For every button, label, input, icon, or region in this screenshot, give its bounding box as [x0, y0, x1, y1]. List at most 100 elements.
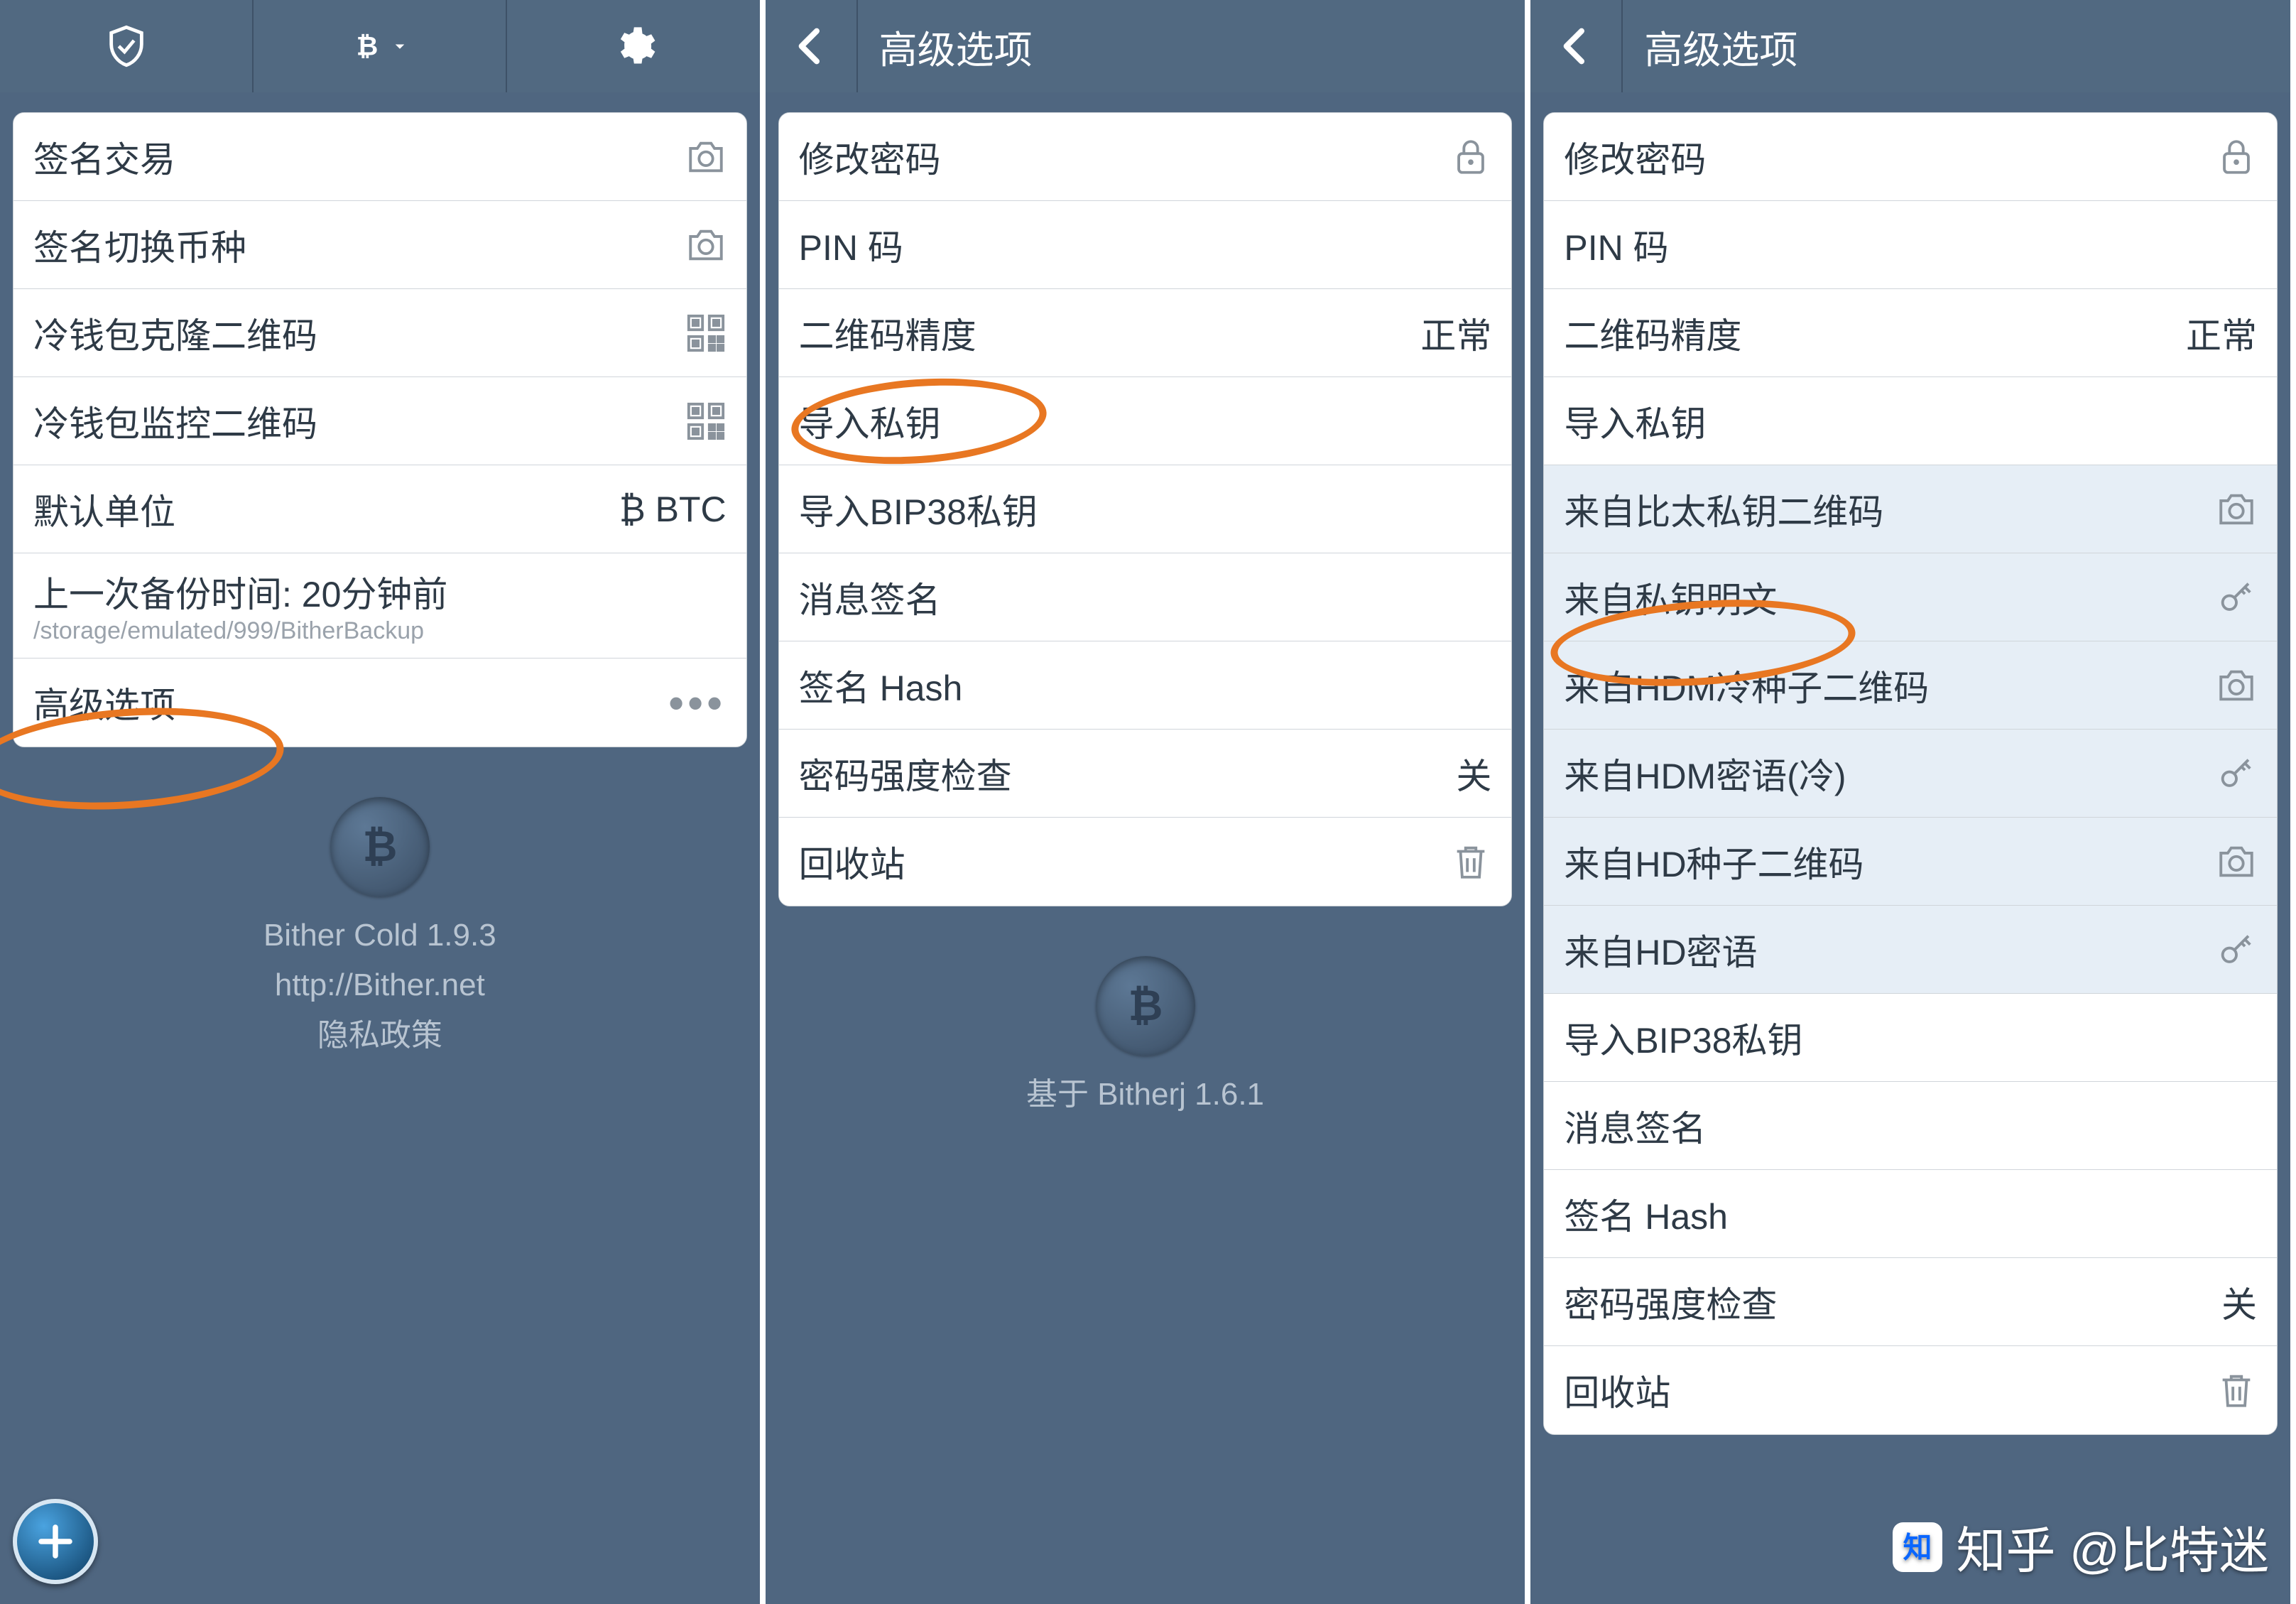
row-from-hdm-cold-seed-qr[interactable]: 来自HDM冷种子二维码 — [1544, 641, 2277, 730]
row-pin-code[interactable]: PIN 码 — [1544, 201, 2277, 289]
back-button[interactable] — [766, 0, 858, 92]
backup-path: /storage/emulated/999/BitherBackup — [33, 617, 424, 645]
coin-badge — [330, 797, 430, 896]
row-from-hd-seed-qr[interactable]: 来自HD种子二维码 — [1544, 818, 2277, 906]
row-sign-tx[interactable]: 签名交易 — [13, 113, 746, 201]
row-password-strength[interactable]: 密码强度检查 关 — [1544, 1258, 2277, 1346]
row-recycle-bin[interactable]: 回收站 — [779, 818, 1512, 906]
camera-icon — [685, 136, 727, 178]
add-button[interactable] — [13, 1499, 98, 1584]
advanced-list: 修改密码 PIN 码 二维码精度 正常 导入私钥 导入BIP38私钥 消息签名 … — [778, 112, 1513, 906]
label: 来自比太私钥二维码 — [1564, 484, 2216, 535]
row-password-strength[interactable]: 密码强度检查 关 — [779, 730, 1512, 818]
row-change-password[interactable]: 修改密码 — [1544, 113, 2277, 201]
url-text[interactable]: http://Bither.net — [0, 960, 760, 1010]
unit-value: ₿ BTC — [619, 489, 727, 530]
label: 密码强度检查 — [1564, 1277, 2221, 1328]
label: PIN 码 — [799, 220, 1492, 271]
screen-settings: 签名交易 签名切换币种 冷钱包克隆二维码 冷钱包监控二维码 默认单位 ₿ BTC… — [0, 0, 760, 1604]
watermark-text: 知乎 @比特迷 — [1957, 1511, 2270, 1583]
row-cold-monitor-qr[interactable]: 冷钱包监控二维码 — [13, 377, 746, 465]
key-icon — [2216, 753, 2257, 794]
back-button[interactable] — [1530, 0, 1623, 92]
label: 二维码精度 — [1564, 308, 2186, 359]
row-change-password[interactable]: 修改密码 — [779, 113, 1512, 201]
label: 签名 Hash — [799, 660, 1492, 711]
row-recycle-bin[interactable]: 回收站 — [1544, 1346, 2277, 1434]
label: 导入BIP38私钥 — [1564, 1012, 2257, 1063]
camera-icon — [2216, 665, 2257, 706]
label: 密码强度检查 — [799, 748, 1457, 799]
label: 来自HD种子二维码 — [1564, 836, 2216, 887]
row-advanced-options[interactable]: 高级选项 ••• — [13, 659, 746, 747]
coin-badge — [1096, 956, 1195, 1056]
label: 冷钱包克隆二维码 — [33, 308, 685, 359]
label: 二维码精度 — [799, 308, 1421, 359]
trash-icon — [1450, 841, 1491, 882]
row-last-backup[interactable]: 上一次备份时间: 20分钟前 /storage/emulated/999/Bit… — [13, 553, 746, 659]
settings-list: 签名交易 签名切换币种 冷钱包克隆二维码 冷钱包监控二维码 默认单位 ₿ BTC… — [13, 112, 747, 747]
trash-icon — [2216, 1370, 2257, 1411]
row-from-hd-passphrase[interactable]: 来自HD密语 — [1544, 906, 2277, 994]
tab-bitcoin[interactable] — [254, 0, 507, 92]
label: 默认单位 — [33, 484, 619, 535]
tab-shield[interactable] — [0, 0, 254, 92]
row-cold-clone-qr[interactable]: 冷钱包克隆二维码 — [13, 289, 746, 377]
footer-info: 基于 Bitherj 1.6.1 — [766, 949, 1525, 1120]
tab-settings-gear[interactable] — [507, 0, 759, 92]
label: 导入BIP38私钥 — [799, 484, 1492, 535]
page-title: 高级选项 — [858, 18, 1033, 75]
value: 关 — [1456, 748, 1491, 799]
version-text: Bither Cold 1.9.3 — [0, 911, 760, 960]
qr-icon — [685, 313, 727, 354]
camera-icon — [685, 224, 727, 266]
titlebar: 高级选项 — [1530, 0, 2290, 92]
screen-advanced-expanded: 高级选项 修改密码 PIN 码 二维码精度 正常 导入私钥 来自比太私钥二维码 … — [1530, 0, 2290, 1604]
row-qr-precision[interactable]: 二维码精度 正常 — [1544, 289, 2277, 377]
label: 来自HDM冷种子二维码 — [1564, 660, 2216, 711]
row-import-bip38[interactable]: 导入BIP38私钥 — [779, 465, 1512, 553]
more-icon: ••• — [669, 678, 727, 727]
row-import-private-key[interactable]: 导入私钥 — [1544, 377, 2277, 465]
label: 冷钱包监控二维码 — [33, 396, 685, 447]
row-from-pk-plaintext[interactable]: 来自私钥明文 — [1544, 553, 2277, 641]
bitcoin-icon — [1117, 977, 1174, 1034]
row-pin-code[interactable]: PIN 码 — [779, 201, 1512, 289]
row-import-bip38[interactable]: 导入BIP38私钥 — [1544, 994, 2277, 1082]
privacy-link[interactable]: 隐私政策 — [0, 1011, 760, 1061]
row-import-private-key[interactable]: 导入私钥 — [779, 377, 1512, 465]
lock-icon — [2216, 136, 2257, 178]
row-sign-hash[interactable]: 签名 Hash — [779, 641, 1512, 730]
footer-info: Bither Cold 1.9.3 http://Bither.net 隐私政策 — [0, 790, 760, 1061]
page-title: 高级选项 — [1623, 18, 1797, 75]
screen-advanced: 高级选项 修改密码 PIN 码 二维码精度 正常 导入私钥 导入BIP38私钥 … — [766, 0, 1525, 1604]
row-sign-hash[interactable]: 签名 Hash — [1544, 1170, 2277, 1258]
row-from-hdm-passphrase-cold[interactable]: 来自HDM密语(冷) — [1544, 730, 2277, 818]
top-tabbar — [0, 0, 760, 92]
row-from-bither-pk-qr[interactable]: 来自比太私钥二维码 — [1544, 465, 2277, 553]
back-icon — [788, 23, 834, 69]
row-sign-switch-coin[interactable]: 签名切换币种 — [13, 201, 746, 289]
row-default-unit[interactable]: 默认单位 ₿ BTC — [13, 465, 746, 553]
label: 修改密码 — [1564, 131, 2216, 183]
zhihu-icon — [1893, 1522, 1942, 1572]
label: 回收站 — [799, 836, 1451, 887]
shield-icon — [104, 23, 149, 69]
label: 高级选项 — [33, 677, 669, 728]
plus-icon — [34, 1520, 77, 1563]
label: 导入私钥 — [799, 396, 1492, 447]
label: 来自HDM密语(冷) — [1564, 748, 2216, 799]
label: 签名交易 — [33, 131, 685, 183]
gear-icon — [611, 23, 656, 69]
label: 导入私钥 — [1564, 396, 2257, 447]
label: 上一次备份时间: 20分钟前 — [33, 566, 447, 617]
value: 关 — [2221, 1277, 2257, 1328]
row-qr-precision[interactable]: 二维码精度 正常 — [779, 289, 1512, 377]
label: 消息签名 — [799, 572, 1492, 623]
label: 修改密码 — [799, 131, 1451, 183]
advanced-expanded-list: 修改密码 PIN 码 二维码精度 正常 导入私钥 来自比太私钥二维码 来自私钥明… — [1543, 112, 2278, 1435]
row-message-sign[interactable]: 消息签名 — [1544, 1082, 2277, 1170]
engine-version: 基于 Bitherj 1.6.1 — [766, 1070, 1525, 1120]
row-message-sign[interactable]: 消息签名 — [779, 553, 1512, 641]
label: 来自HD密语 — [1564, 924, 2216, 975]
